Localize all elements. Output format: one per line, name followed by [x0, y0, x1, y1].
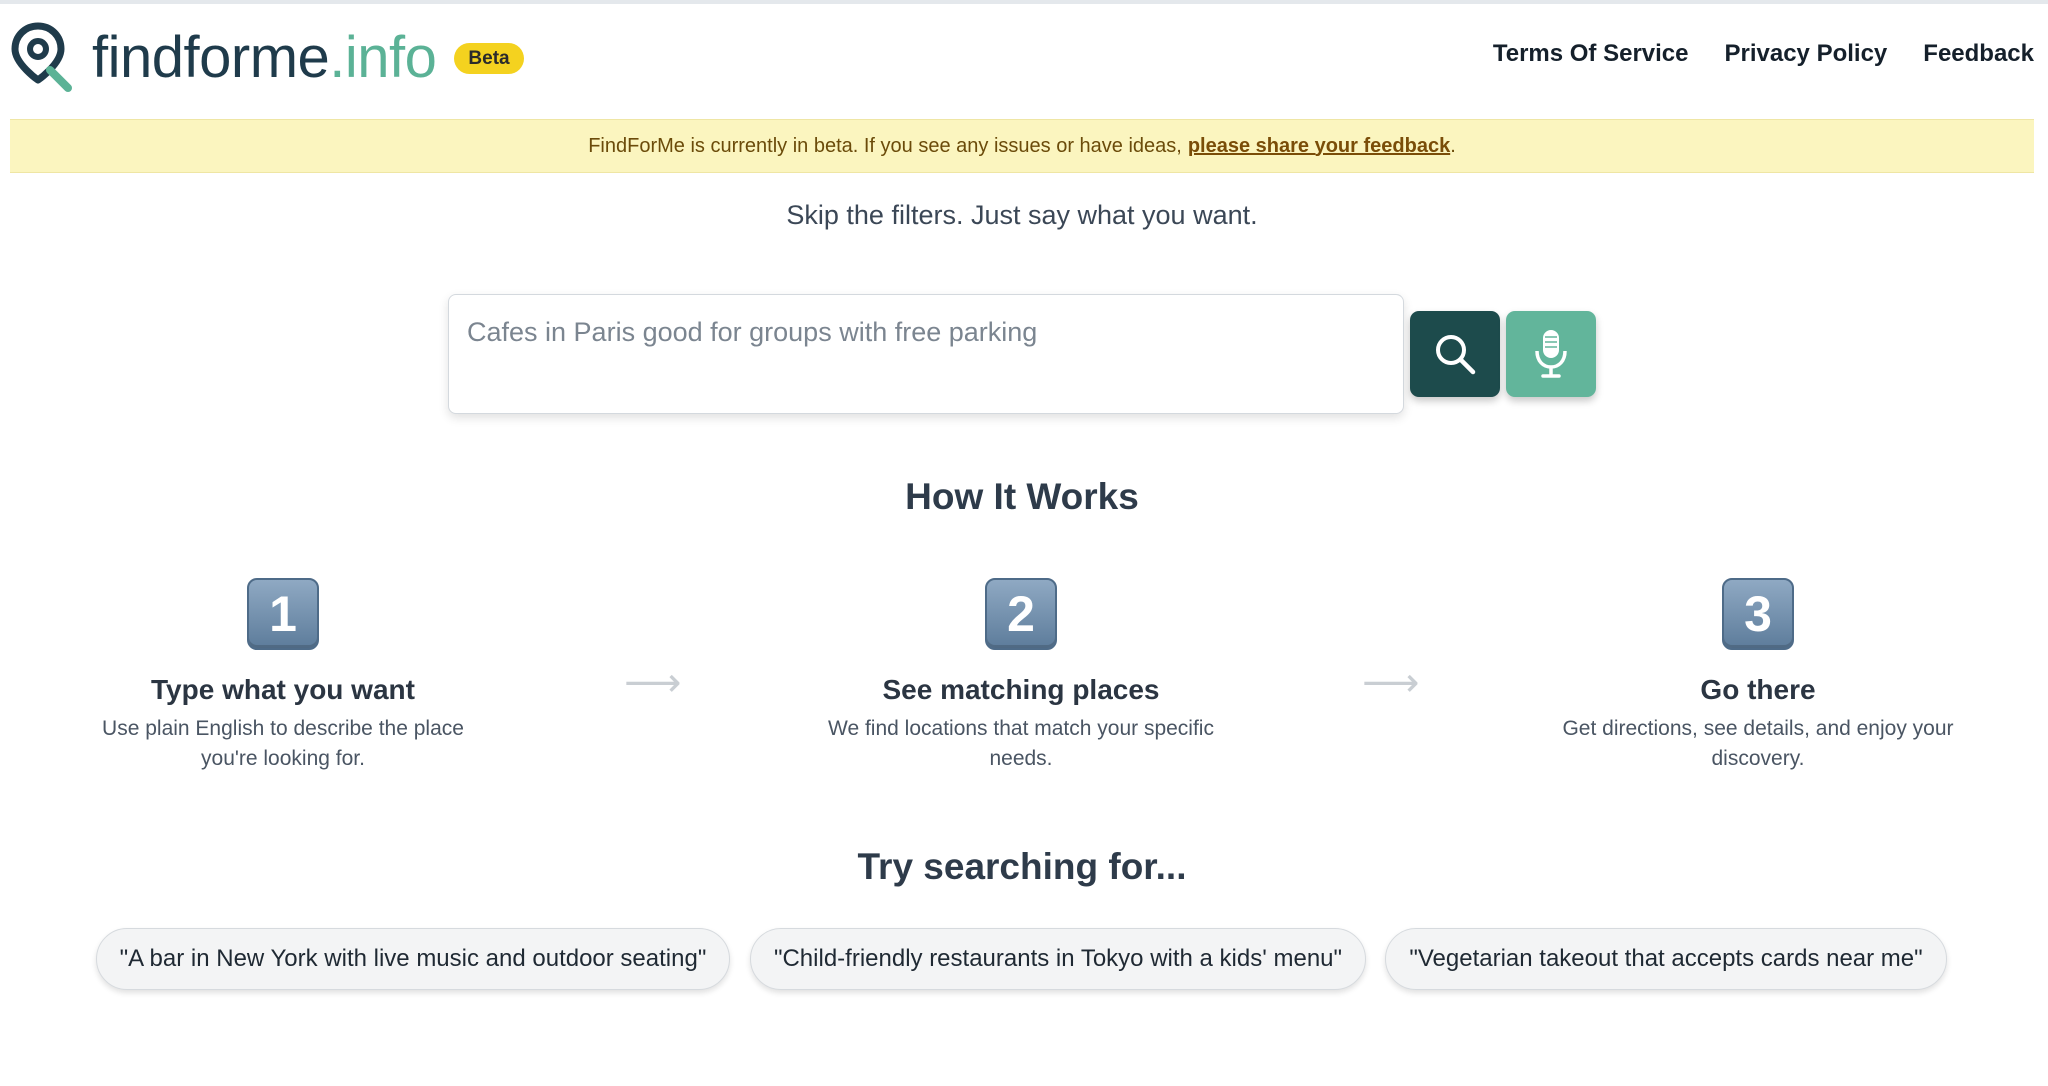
header-nav: Terms Of Service Privacy Policy Feedback — [1493, 40, 2034, 68]
microphone-icon — [1535, 330, 1567, 378]
beta-badge: Beta — [454, 42, 524, 74]
logo-main-text: findforme — [92, 25, 330, 90]
nav-terms-of-service[interactable]: Terms Of Service — [1493, 40, 1689, 68]
step-3: 3 Go there Get directions, see details, … — [1528, 578, 1988, 774]
step-number-badge: 2 — [985, 578, 1057, 650]
tagline: Skip the filters. Just say what you want… — [786, 200, 1258, 230]
banner-feedback-link[interactable]: please share your feedback — [1188, 135, 1450, 158]
banner-text: FindForMe is currently in beta. If you s… — [588, 134, 1182, 157]
search-button[interactable] — [1410, 311, 1500, 397]
banner-suffix: . — [1450, 134, 1456, 157]
nav-feedback[interactable]: Feedback — [1923, 40, 2034, 68]
step-1: 1 Type what you want Use plain English t… — [53, 578, 513, 774]
step-number-badge: 1 — [247, 578, 319, 650]
try-searching-heading: Try searching for... — [857, 846, 1187, 887]
logo-link[interactable]: findforme.info Beta — [10, 18, 524, 98]
beta-banner: FindForMe is currently in beta. If you s… — [10, 119, 2034, 173]
step-title: Type what you want — [151, 674, 415, 705]
step-description: Use plain English to describe the place … — [102, 717, 464, 770]
location-search-icon — [11, 22, 72, 92]
step-title: See matching places — [882, 674, 1160, 705]
step-number-badge: 3 — [1722, 578, 1794, 650]
voice-search-button[interactable] — [1506, 311, 1596, 397]
search-icon — [1436, 335, 1476, 375]
logo-ext-text: .info — [329, 25, 437, 90]
search-box — [448, 294, 1404, 414]
site-header: findforme.info Beta Terms Of Service Pri… — [0, 4, 2048, 116]
step-title: Go there — [1700, 674, 1816, 705]
example-search-chip[interactable]: "Child-friendly restaurants in Tokyo wit… — [750, 928, 1366, 990]
example-search-chip[interactable]: "A bar in New York with live music and o… — [96, 928, 730, 990]
step-description: We find locations that match your specif… — [828, 717, 1214, 770]
arrow-right-icon: ⟶ — [624, 661, 682, 705]
search-input[interactable] — [449, 295, 1403, 370]
example-search-chip[interactable]: "Vegetarian takeout that accepts cards n… — [1385, 928, 1947, 990]
arrow-right-icon: ⟶ — [1362, 661, 1420, 705]
step-2: 2 See matching places We find locations … — [791, 578, 1251, 774]
logo-wordmark: findforme.info — [92, 29, 437, 87]
step-description: Get directions, see details, and enjoy y… — [1562, 717, 1954, 770]
nav-privacy-policy[interactable]: Privacy Policy — [1725, 40, 1888, 68]
how-it-works-heading: How It Works — [905, 476, 1139, 517]
